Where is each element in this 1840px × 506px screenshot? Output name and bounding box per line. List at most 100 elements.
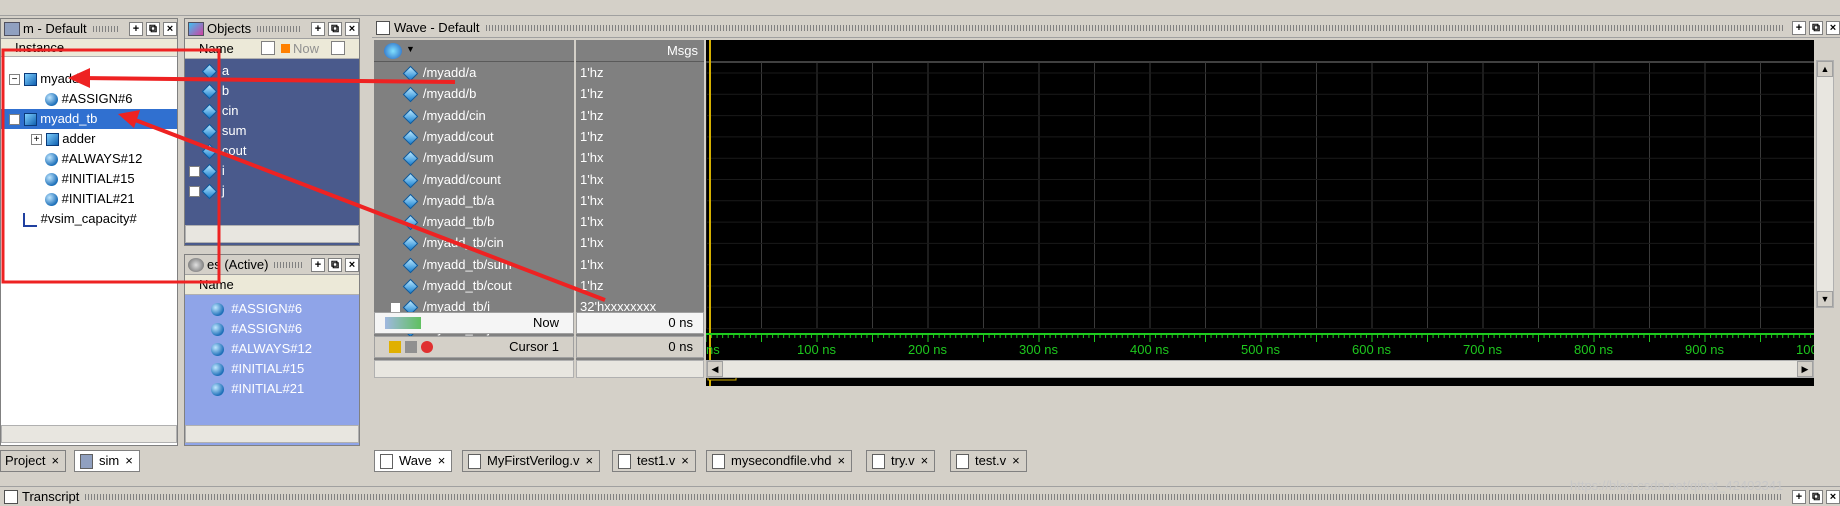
wave-signal-row[interactable]: /myadd_tb/cout bbox=[390, 275, 512, 296]
close-icon[interactable]: × bbox=[837, 453, 845, 468]
waveform-canvas[interactable]: ns 100 ns 200 ns 300 ns 400 ns 500 ns 600 ns 70… bbox=[706, 40, 1814, 386]
object-item[interactable]: + i bbox=[189, 161, 225, 181]
object-item[interactable]: a bbox=[189, 61, 229, 81]
object-item[interactable]: sum bbox=[189, 121, 246, 141]
wave-hscroll[interactable]: ◀ ▶ bbox=[706, 360, 1814, 378]
instance-item[interactable]: + adder bbox=[31, 129, 96, 149]
instance-item[interactable]: #INITIAL#15 bbox=[45, 169, 135, 189]
expand-icon[interactable]: + bbox=[189, 166, 200, 178]
drag-handle[interactable] bbox=[85, 493, 1783, 500]
wave-signal-row[interactable]: /myadd_tb/a bbox=[390, 190, 494, 211]
object-item[interactable]: + j bbox=[189, 181, 225, 201]
undock-icon[interactable]: ⧉ bbox=[1809, 489, 1823, 504]
process-item[interactable]: #ASSIGN#6 bbox=[211, 319, 302, 339]
object-item[interactable]: cout bbox=[189, 141, 246, 161]
close-icon[interactable]: × bbox=[345, 21, 359, 36]
close-icon[interactable]: × bbox=[681, 453, 689, 468]
expand-icon[interactable]: − bbox=[9, 114, 20, 126]
drag-handle[interactable] bbox=[485, 24, 1783, 31]
scroll-right-icon[interactable]: ▶ bbox=[1797, 361, 1813, 377]
add-icon[interactable]: + bbox=[129, 21, 143, 36]
tab-project[interactable]: Project × bbox=[0, 450, 67, 472]
add-icon[interactable]: + bbox=[311, 21, 325, 36]
editor-tab[interactable]: MyFirstVerilog.v × bbox=[462, 450, 601, 472]
close-icon[interactable]: × bbox=[345, 257, 359, 272]
process-item[interactable]: #INITIAL#21 bbox=[211, 379, 304, 399]
close-icon[interactable]: × bbox=[125, 453, 133, 468]
expand-icon[interactable]: + bbox=[189, 186, 200, 198]
wave-signal-row[interactable]: /myadd/sum bbox=[390, 147, 494, 168]
close-icon[interactable]: × bbox=[1826, 489, 1840, 504]
scroll-left-icon[interactable]: ◀ bbox=[707, 361, 723, 377]
add-icon[interactable]: + bbox=[1792, 20, 1806, 35]
wrench-icon[interactable] bbox=[405, 341, 417, 353]
process-item[interactable]: #ALWAYS#12 bbox=[211, 339, 312, 359]
undock-icon[interactable]: ⧉ bbox=[328, 21, 342, 36]
scroll-up-icon[interactable]: ▲ bbox=[1817, 61, 1833, 77]
scroll-down-icon[interactable]: ▼ bbox=[1817, 291, 1833, 307]
editor-tab[interactable]: test.v × bbox=[950, 450, 1027, 472]
wave-vscroll[interactable]: ▲ ▼ bbox=[1816, 60, 1834, 308]
instance-item[interactable]: #ASSIGN#6 bbox=[45, 89, 132, 109]
wave-signal-row[interactable]: /myadd/b bbox=[390, 83, 476, 104]
remove-cursor-icon[interactable] bbox=[421, 341, 433, 353]
close-icon[interactable]: × bbox=[1012, 453, 1020, 468]
editor-tab[interactable]: test1.v × bbox=[612, 450, 696, 472]
wave-signal-row[interactable]: /myadd_tb/b bbox=[390, 211, 494, 232]
drag-handle[interactable] bbox=[92, 25, 120, 32]
close-icon[interactable]: × bbox=[163, 21, 177, 36]
wave-signal-row[interactable]: /myadd_tb/sum bbox=[390, 254, 512, 275]
undock-icon[interactable]: ⧉ bbox=[146, 21, 160, 36]
editor-tab[interactable]: try.v × bbox=[866, 450, 936, 472]
names-hscroll[interactable] bbox=[374, 360, 574, 378]
now-tools-icon[interactable] bbox=[385, 317, 421, 329]
close-icon[interactable]: × bbox=[438, 453, 446, 468]
instance-item[interactable]: #vsim_capacity# bbox=[23, 209, 137, 229]
wave-signal-row[interactable]: /myadd_tb/cin bbox=[390, 232, 504, 253]
drag-handle[interactable] bbox=[274, 261, 302, 268]
instance-item[interactable]: #ALWAYS#12 bbox=[45, 149, 142, 169]
processes-header[interactable]: Name bbox=[185, 275, 359, 295]
close-icon[interactable]: × bbox=[1826, 20, 1840, 35]
waveform-area[interactable]: ns 100 ns 200 ns 300 ns 400 ns 500 ns 600 ns 70… bbox=[706, 40, 1814, 386]
next-icon[interactable] bbox=[331, 41, 345, 55]
process-item[interactable]: #INITIAL#15 bbox=[211, 359, 304, 379]
add-icon[interactable]: + bbox=[1792, 489, 1806, 504]
values-hscroll[interactable] bbox=[576, 360, 704, 378]
wave-signal-row[interactable]: /myadd/cin bbox=[390, 105, 486, 126]
wave-signal-row[interactable]: /myadd/count bbox=[390, 169, 501, 190]
close-icon[interactable]: × bbox=[585, 453, 593, 468]
prev-icon[interactable] bbox=[261, 41, 275, 55]
wave-signal-row[interactable]: /myadd/a bbox=[390, 62, 476, 83]
editor-tab[interactable]: mysecondfile.vhd × bbox=[706, 450, 853, 472]
signal-value: 1'hz bbox=[580, 278, 604, 293]
instance-item[interactable]: − myadd_tb bbox=[1, 109, 177, 129]
close-icon[interactable]: × bbox=[51, 453, 59, 468]
wave-signal-row[interactable]: /myadd/cout bbox=[390, 126, 494, 147]
close-icon[interactable]: × bbox=[921, 453, 929, 468]
lock-icon[interactable] bbox=[389, 341, 401, 353]
undock-icon[interactable]: ⧉ bbox=[328, 257, 342, 272]
expand-icon[interactable]: + bbox=[31, 134, 42, 146]
expand-icon[interactable]: − bbox=[9, 74, 20, 86]
objects-col-now[interactable]: Now bbox=[281, 39, 319, 59]
object-item[interactable]: b bbox=[189, 81, 229, 101]
signal-name: /myadd_tb/cout bbox=[422, 278, 512, 293]
drag-handle[interactable] bbox=[257, 25, 302, 32]
process-item[interactable]: #ASSIGN#6 bbox=[211, 299, 302, 319]
dropdown-icon[interactable]: ▼ bbox=[406, 44, 415, 54]
search-wave-icon[interactable] bbox=[384, 43, 402, 59]
objects-header[interactable]: Name Now bbox=[185, 39, 359, 59]
editor-tab[interactable]: Wave × bbox=[374, 450, 453, 472]
instance-hscroll[interactable] bbox=[1, 425, 177, 443]
add-icon[interactable]: + bbox=[311, 257, 325, 272]
instance-item[interactable]: − myadd bbox=[9, 69, 79, 89]
instance-item[interactable]: #INITIAL#21 bbox=[45, 189, 135, 209]
signal-icon bbox=[402, 193, 418, 210]
instance-header[interactable]: Instance bbox=[1, 39, 177, 57]
processes-hscroll[interactable] bbox=[185, 425, 359, 443]
tab-sim[interactable]: sim × bbox=[74, 450, 140, 472]
objects-hscroll[interactable] bbox=[185, 225, 359, 243]
object-item[interactable]: cin bbox=[189, 101, 238, 121]
undock-icon[interactable]: ⧉ bbox=[1809, 20, 1823, 35]
